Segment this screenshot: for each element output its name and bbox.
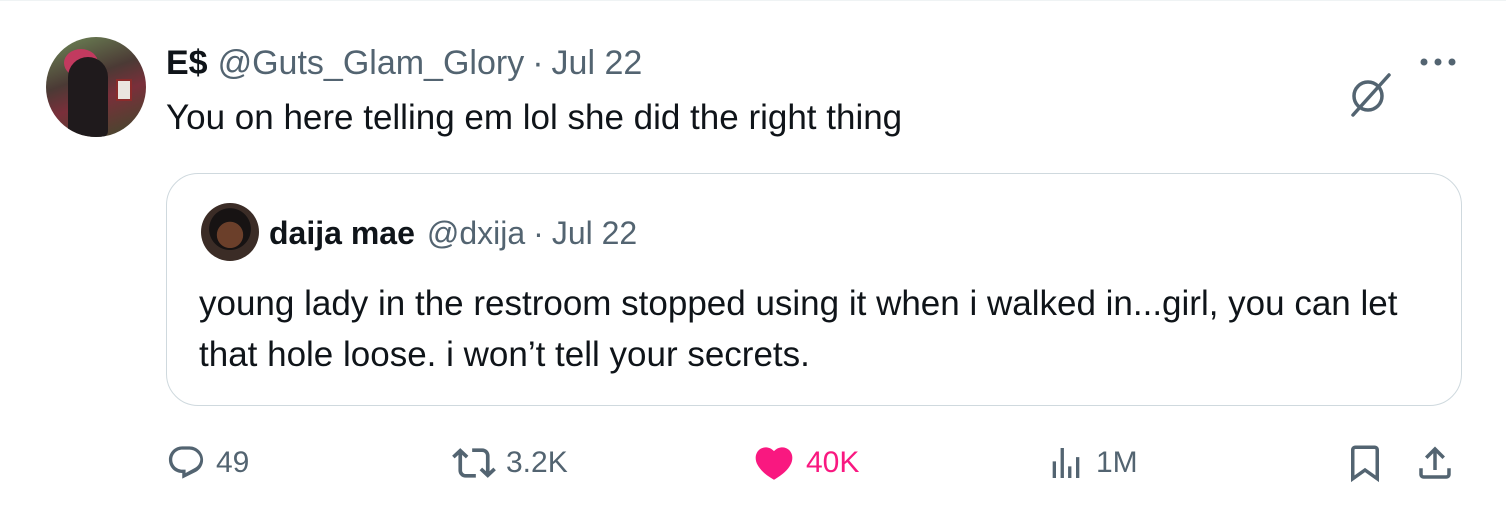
views-icon <box>1052 448 1080 478</box>
author-name[interactable]: E$ <box>166 41 208 85</box>
author-avatar[interactable] <box>46 37 146 137</box>
quoted-author-handle: @dxija <box>426 215 526 251</box>
tweet-date[interactable]: Jul 22 <box>552 41 643 85</box>
quoted-author-avatar[interactable] <box>201 203 259 261</box>
bookmark-icon <box>1351 445 1379 483</box>
separator: · <box>532 44 544 82</box>
quoted-tweet[interactable]: daija mae @dxija · Jul 22 young lady in … <box>166 173 1462 406</box>
reply-icon <box>168 446 204 479</box>
reply-button[interactable]: 49 <box>166 435 249 491</box>
like-count: 40K <box>806 446 860 479</box>
views-button[interactable]: 1M <box>1046 435 1138 491</box>
quoted-tweet-date: Jul 22 <box>551 215 638 251</box>
share-icon <box>1419 446 1451 479</box>
tweet-text: You on here telling em lol she did the r… <box>166 98 903 137</box>
repost-count: 3.2K <box>506 446 568 479</box>
tweet-header: E$ @Guts_Glam_Glory · Jul 22 <box>166 41 642 85</box>
quoted-tweet-text: young lady in the restroom stopped using… <box>199 284 1398 374</box>
like-button[interactable]: 40K <box>752 435 859 491</box>
repost-icon <box>452 448 496 478</box>
quoted-tweet-header: daija mae @dxija · Jul 22 <box>269 212 637 254</box>
heart-icon <box>755 447 793 480</box>
bookmark-button[interactable] <box>1344 435 1386 491</box>
action-bar: 49 3.2K 40K 1M <box>0 435 1506 491</box>
reply-count: 49 <box>216 446 250 479</box>
share-button[interactable] <box>1414 435 1456 491</box>
more-icon[interactable] <box>1414 47 1462 77</box>
repost-button[interactable]: 3.2K <box>452 435 568 491</box>
quoted-author-name: daija mae <box>269 215 415 251</box>
author-handle[interactable]: @Guts_Glam_Glory <box>218 41 525 85</box>
quoted-separator: · <box>533 215 544 251</box>
views-count: 1M <box>1096 446 1138 479</box>
tweet[interactable]: E$ @Guts_Glam_Glory · Jul 22 You on here… <box>0 0 1506 512</box>
